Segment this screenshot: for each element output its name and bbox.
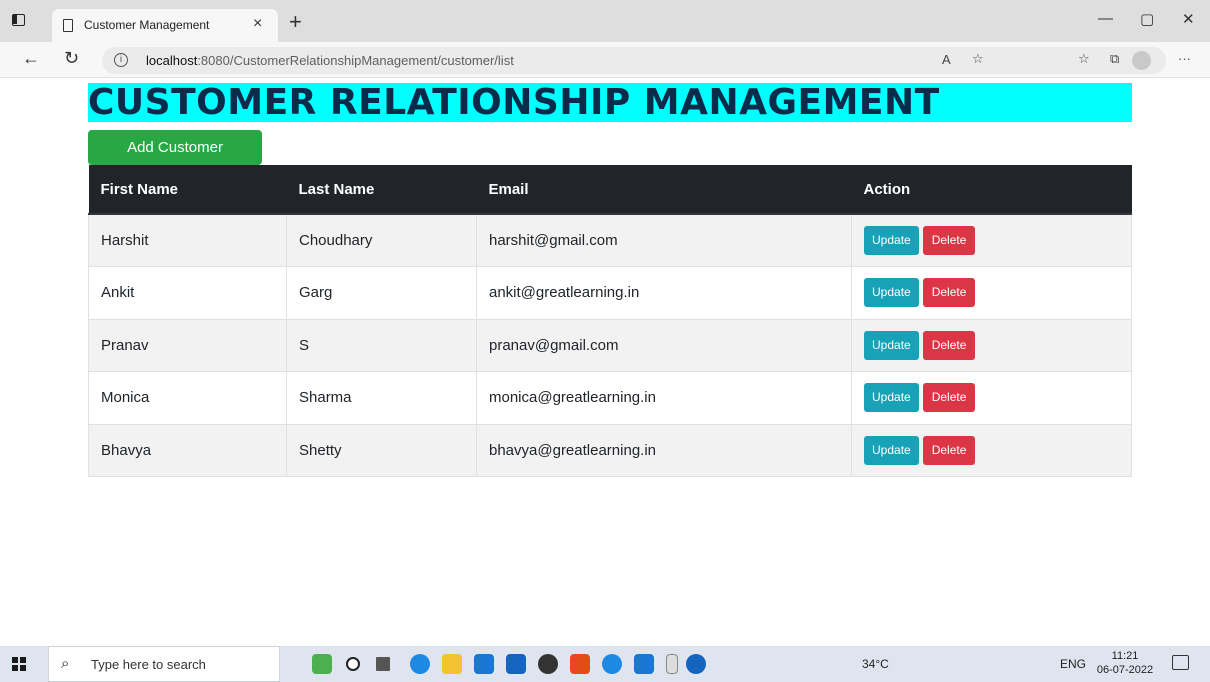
cell-email: harshit@gmail.com xyxy=(476,213,852,267)
language-indicator[interactable]: ENG xyxy=(1060,657,1086,671)
restore-button[interactable]: ▢ xyxy=(1140,10,1154,28)
update-button[interactable]: Update xyxy=(864,278,919,308)
page-heading: CUSTOMER RELATIONSHIP MANAGEMENT xyxy=(88,83,1132,122)
update-button[interactable]: Update xyxy=(864,383,919,413)
cell-email: pranav@gmail.com xyxy=(476,318,852,372)
cell-action: Update Delete xyxy=(851,318,1132,372)
cell-action: Update Delete xyxy=(851,371,1132,425)
cell-first-name: Bhavya xyxy=(88,423,287,477)
add-customer-button[interactable]: Add Customer xyxy=(88,130,262,165)
table-row: Ankit Garg ankit@greatlearning.in Update… xyxy=(88,266,1132,320)
chevron-up-icon[interactable] xyxy=(666,654,678,674)
cell-action: Update Delete xyxy=(851,266,1132,320)
header-email: Email xyxy=(476,165,852,215)
cell-first-name: Pranav xyxy=(88,318,287,372)
cortana-circle-icon[interactable] xyxy=(602,654,622,674)
page-icon xyxy=(63,19,73,32)
mail-icon[interactable] xyxy=(474,654,494,674)
more-menu-icon[interactable]: ··· xyxy=(1178,51,1191,66)
dropbox-icon[interactable] xyxy=(506,654,526,674)
update-button[interactable]: Update xyxy=(864,226,919,255)
cell-action: Update Delete xyxy=(851,213,1132,267)
update-button[interactable]: Update xyxy=(864,435,919,465)
cell-action: Update Delete xyxy=(851,423,1132,477)
close-window-button[interactable]: ✕ xyxy=(1182,10,1195,28)
delete-button[interactable]: Delete xyxy=(922,330,976,360)
info-icon[interactable]: i xyxy=(114,53,128,67)
collections-icon[interactable]: ⧉ xyxy=(1110,51,1119,67)
widget-icon[interactable] xyxy=(312,654,332,674)
reload-button[interactable]: ↻ xyxy=(64,48,79,69)
windows-taskbar: ⌕ Type here to search 34°C ENG 11:21 06-… xyxy=(0,646,1210,682)
browser-tab[interactable]: Customer Management × xyxy=(52,9,278,42)
taskbar-search-placeholder: Type here to search xyxy=(91,657,206,672)
read-aloud-icon[interactable]: A xyxy=(942,52,951,67)
new-tab-button[interactable]: + xyxy=(289,9,302,35)
office-icon[interactable] xyxy=(570,654,590,674)
cell-last-name: Choudhary xyxy=(286,213,477,267)
update-button[interactable]: Update xyxy=(864,330,919,360)
delete-button[interactable]: Delete xyxy=(922,435,976,465)
cell-email: ankit@greatlearning.in xyxy=(476,266,852,320)
tab-strip: Customer Management × + — ▢ ✕ xyxy=(0,0,1210,42)
favorite-add-icon[interactable]: ☆ xyxy=(972,51,984,67)
table-row: Harshit Choudhary harshit@gmail.com Upda… xyxy=(88,213,1132,267)
tab-close-icon[interactable]: × xyxy=(253,15,262,33)
weather-temp[interactable]: 34°C xyxy=(862,657,889,671)
header-first-name: First Name xyxy=(88,165,287,215)
cell-first-name: Ankit xyxy=(88,266,287,320)
cortana-icon[interactable] xyxy=(346,657,360,671)
table-header-row: First Name Last Name Email Action xyxy=(88,165,1132,215)
cell-last-name: S xyxy=(286,318,477,372)
table-row: Monica Sharma monica@greatlearning.in Up… xyxy=(88,371,1132,425)
profile-avatar[interactable] xyxy=(1132,51,1151,70)
task-view-icon[interactable] xyxy=(376,657,390,671)
delete-button[interactable]: Delete xyxy=(922,383,976,413)
address-toolbar: ← ↻ i localhost:8080/CustomerRelationshi… xyxy=(0,42,1210,78)
favorites-icon[interactable]: ☆ xyxy=(1078,51,1090,67)
cell-first-name: Monica xyxy=(88,371,287,425)
cell-email: monica@greatlearning.in xyxy=(476,371,852,425)
cell-email: bhavya@greatlearning.in xyxy=(476,423,852,477)
header-action: Action xyxy=(851,165,1132,215)
table-row: Bhavya Shetty bhavya@greatlearning.in Up… xyxy=(88,423,1132,477)
clock-time: 11:21 xyxy=(1111,650,1139,662)
cell-last-name: Sharma xyxy=(286,371,477,425)
minimize-button[interactable]: — xyxy=(1098,10,1113,27)
back-button[interactable]: ← xyxy=(22,48,40,69)
cell-first-name: Harshit xyxy=(88,213,287,267)
customer-table: First Name Last Name Email Action Harshi… xyxy=(88,165,1132,477)
tab-title: Customer Management xyxy=(84,18,210,32)
address-bar[interactable]: i localhost:8080/CustomerRelationshipMan… xyxy=(102,47,1166,74)
tab-actions-icon[interactable] xyxy=(12,14,25,26)
cell-last-name: Shetty xyxy=(286,423,477,477)
help-icon[interactable] xyxy=(686,654,706,674)
windows-start-icon[interactable] xyxy=(12,657,26,671)
search-icon: ⌕ xyxy=(61,655,70,672)
browser-window: Customer Management × + — ▢ ✕ ← ↻ i loca… xyxy=(0,0,1210,682)
header-last-name: Last Name xyxy=(286,165,477,215)
system-clock[interactable]: 11:21 06-07-2022 xyxy=(1096,649,1154,677)
app-icon[interactable] xyxy=(634,654,654,674)
file-explorer-icon[interactable] xyxy=(442,654,462,674)
page-content: CUSTOMER RELATIONSHIP MANAGEMENT Add Cus… xyxy=(0,78,1210,646)
url-text[interactable]: localhost:8080/CustomerRelationshipManag… xyxy=(146,53,514,68)
cell-last-name: Garg xyxy=(286,266,477,320)
delete-button[interactable]: Delete xyxy=(922,226,976,255)
table-row: Pranav S pranav@gmail.com Update Delete xyxy=(88,318,1132,372)
delete-button[interactable]: Delete xyxy=(922,278,976,308)
clock-date: 06-07-2022 xyxy=(1096,664,1154,676)
taskbar-search-box[interactable]: ⌕ Type here to search xyxy=(48,646,280,682)
notification-icon[interactable] xyxy=(1172,655,1189,670)
edge-icon[interactable] xyxy=(410,654,430,674)
github-icon[interactable] xyxy=(538,654,558,674)
